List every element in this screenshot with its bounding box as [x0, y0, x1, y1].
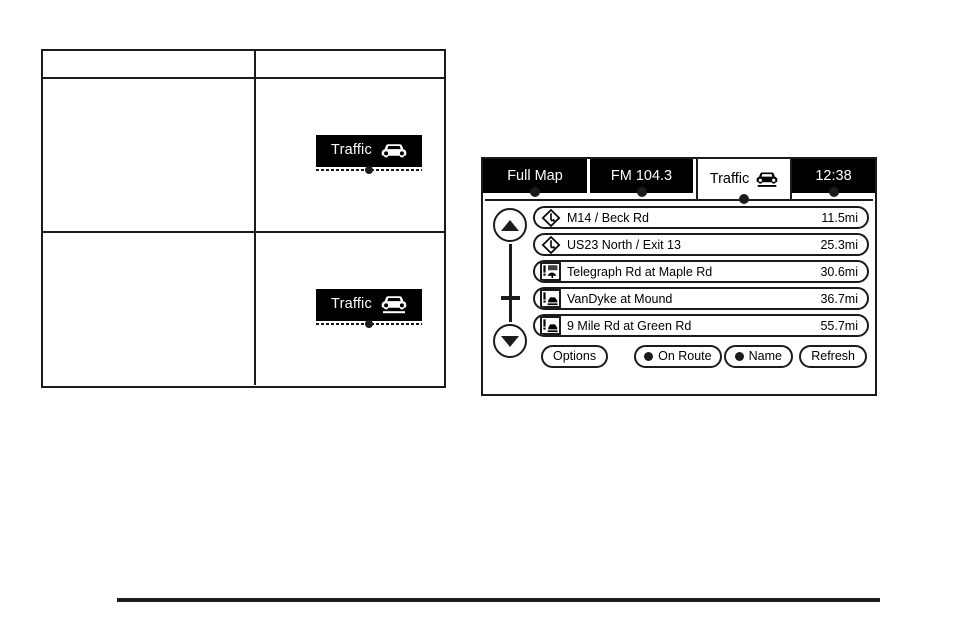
scroll-up-button[interactable] [493, 208, 527, 242]
callout-dot-2 [365, 319, 373, 328]
tab-full-map-label: Full Map [507, 168, 563, 184]
list-item-name: US23 North / Exit 13 [567, 237, 681, 252]
scrollbar-thumb[interactable] [501, 296, 520, 300]
name-toggle[interactable]: Name [723, 344, 793, 368]
traffic-event-list: M14 / Beck Rd 11.5mi US23 North / Exit 1… [533, 206, 869, 337]
diamond-arrow-icon [539, 208, 562, 227]
traffic-badge-plate-2: Traffic [316, 288, 422, 321]
list-item[interactable]: M14 / Beck Rd 11.5mi [533, 206, 869, 229]
traffic-badge-underline-2 [316, 319, 422, 330]
list-item[interactable]: VanDyke at Mound 36.7mi [533, 287, 869, 310]
options-button-label: Options [553, 349, 597, 363]
traffic-badge-underline-1 [316, 165, 422, 176]
table-header-cell-2 [256, 51, 444, 77]
refresh-button[interactable]: Refresh [799, 344, 867, 368]
scrollbar[interactable] [487, 206, 533, 390]
scrollbar-track[interactable] [509, 244, 512, 322]
list-item[interactable]: 9 Mile Rd at Green Rd 55.7mi [533, 314, 869, 337]
table-header-cell-1 [43, 51, 256, 77]
illustration-table: Traffic Traffic [41, 49, 446, 388]
on-route-label: On Route [658, 349, 712, 363]
callout-dot-1 [365, 165, 373, 174]
tab-full-map-dot [530, 187, 540, 197]
traffic-badge-2: Traffic [316, 288, 422, 330]
table-cell-description-2 [43, 233, 256, 385]
traffic-badge-1: Traffic [316, 134, 422, 176]
list-item-distance: 36.7mi [820, 291, 858, 306]
list-item-distance: 55.7mi [820, 318, 858, 333]
tab-full-map[interactable]: Full Map [483, 159, 587, 197]
tab-fm-radio-dot [636, 187, 647, 197]
list-item-name: Telegraph Rd at Maple Rd [567, 264, 713, 279]
nav-body: M14 / Beck Rd 11.5mi US23 North / Exit 1… [483, 201, 875, 394]
triangle-up-icon [501, 219, 519, 231]
clock-label: 12:38 [815, 168, 852, 184]
accident-icon [539, 289, 562, 308]
table-cell-figure-1: Traffic [256, 79, 444, 231]
scroll-down-button[interactable] [493, 324, 527, 358]
tab-fm-radio[interactable]: FM 104.3 [590, 159, 693, 197]
tab-clock-dot [828, 187, 839, 197]
table-header-row [43, 51, 444, 77]
refresh-button-label: Refresh [811, 349, 855, 363]
radio-dot-icon [734, 351, 744, 361]
list-item-distance: 25.3mi [820, 237, 858, 252]
radio-dot-icon [644, 351, 654, 361]
list-item-distance: 11.5mi [821, 210, 858, 225]
list-item[interactable]: Telegraph Rd at Maple Rd 30.6mi [533, 260, 869, 283]
table-row: Traffic [43, 231, 444, 385]
navigation-screen: Full Map FM 104.3 Traffic 12:38 M14 / Be… [481, 157, 877, 396]
options-button[interactable]: Options [541, 344, 609, 368]
traffic-badge-label-1: Traffic [331, 142, 372, 159]
traffic-badge-label-2: Traffic [331, 296, 372, 313]
table-cell-description-1 [43, 79, 256, 231]
car-icon [381, 143, 407, 158]
list-column: M14 / Beck Rd 11.5mi US23 North / Exit 1… [533, 206, 869, 390]
table-cell-figure-2: Traffic [256, 233, 444, 385]
name-label: Name [748, 349, 782, 363]
tab-traffic[interactable]: Traffic [696, 159, 792, 204]
page-footer-rule [117, 598, 880, 602]
tab-fm-radio-label: FM 104.3 [610, 168, 673, 184]
diamond-arrow-icon [539, 235, 562, 254]
table-row: Traffic [43, 77, 444, 231]
car-road-icon [756, 171, 778, 188]
construction-icon [539, 262, 562, 281]
tab-bar: Full Map FM 104.3 Traffic 12:38 [483, 159, 875, 204]
button-bar: Options On Route Name Refresh [533, 344, 869, 368]
tab-traffic-label: Traffic [709, 171, 750, 187]
accident-icon [539, 316, 562, 335]
list-item-name: 9 Mile Rd at Green Rd [567, 318, 692, 333]
traffic-badge-plate-1: Traffic [316, 134, 422, 167]
car-road-icon [381, 295, 407, 314]
list-item-name: VanDyke at Mound [567, 291, 673, 306]
on-route-toggle[interactable]: On Route [634, 344, 722, 368]
list-item-name: M14 / Beck Rd [567, 210, 649, 225]
list-item-distance: 30.6mi [820, 264, 858, 279]
triangle-down-icon [501, 335, 519, 347]
list-item[interactable]: US23 North / Exit 13 25.3mi [533, 233, 869, 256]
tab-clock[interactable]: 12:38 [792, 159, 875, 197]
